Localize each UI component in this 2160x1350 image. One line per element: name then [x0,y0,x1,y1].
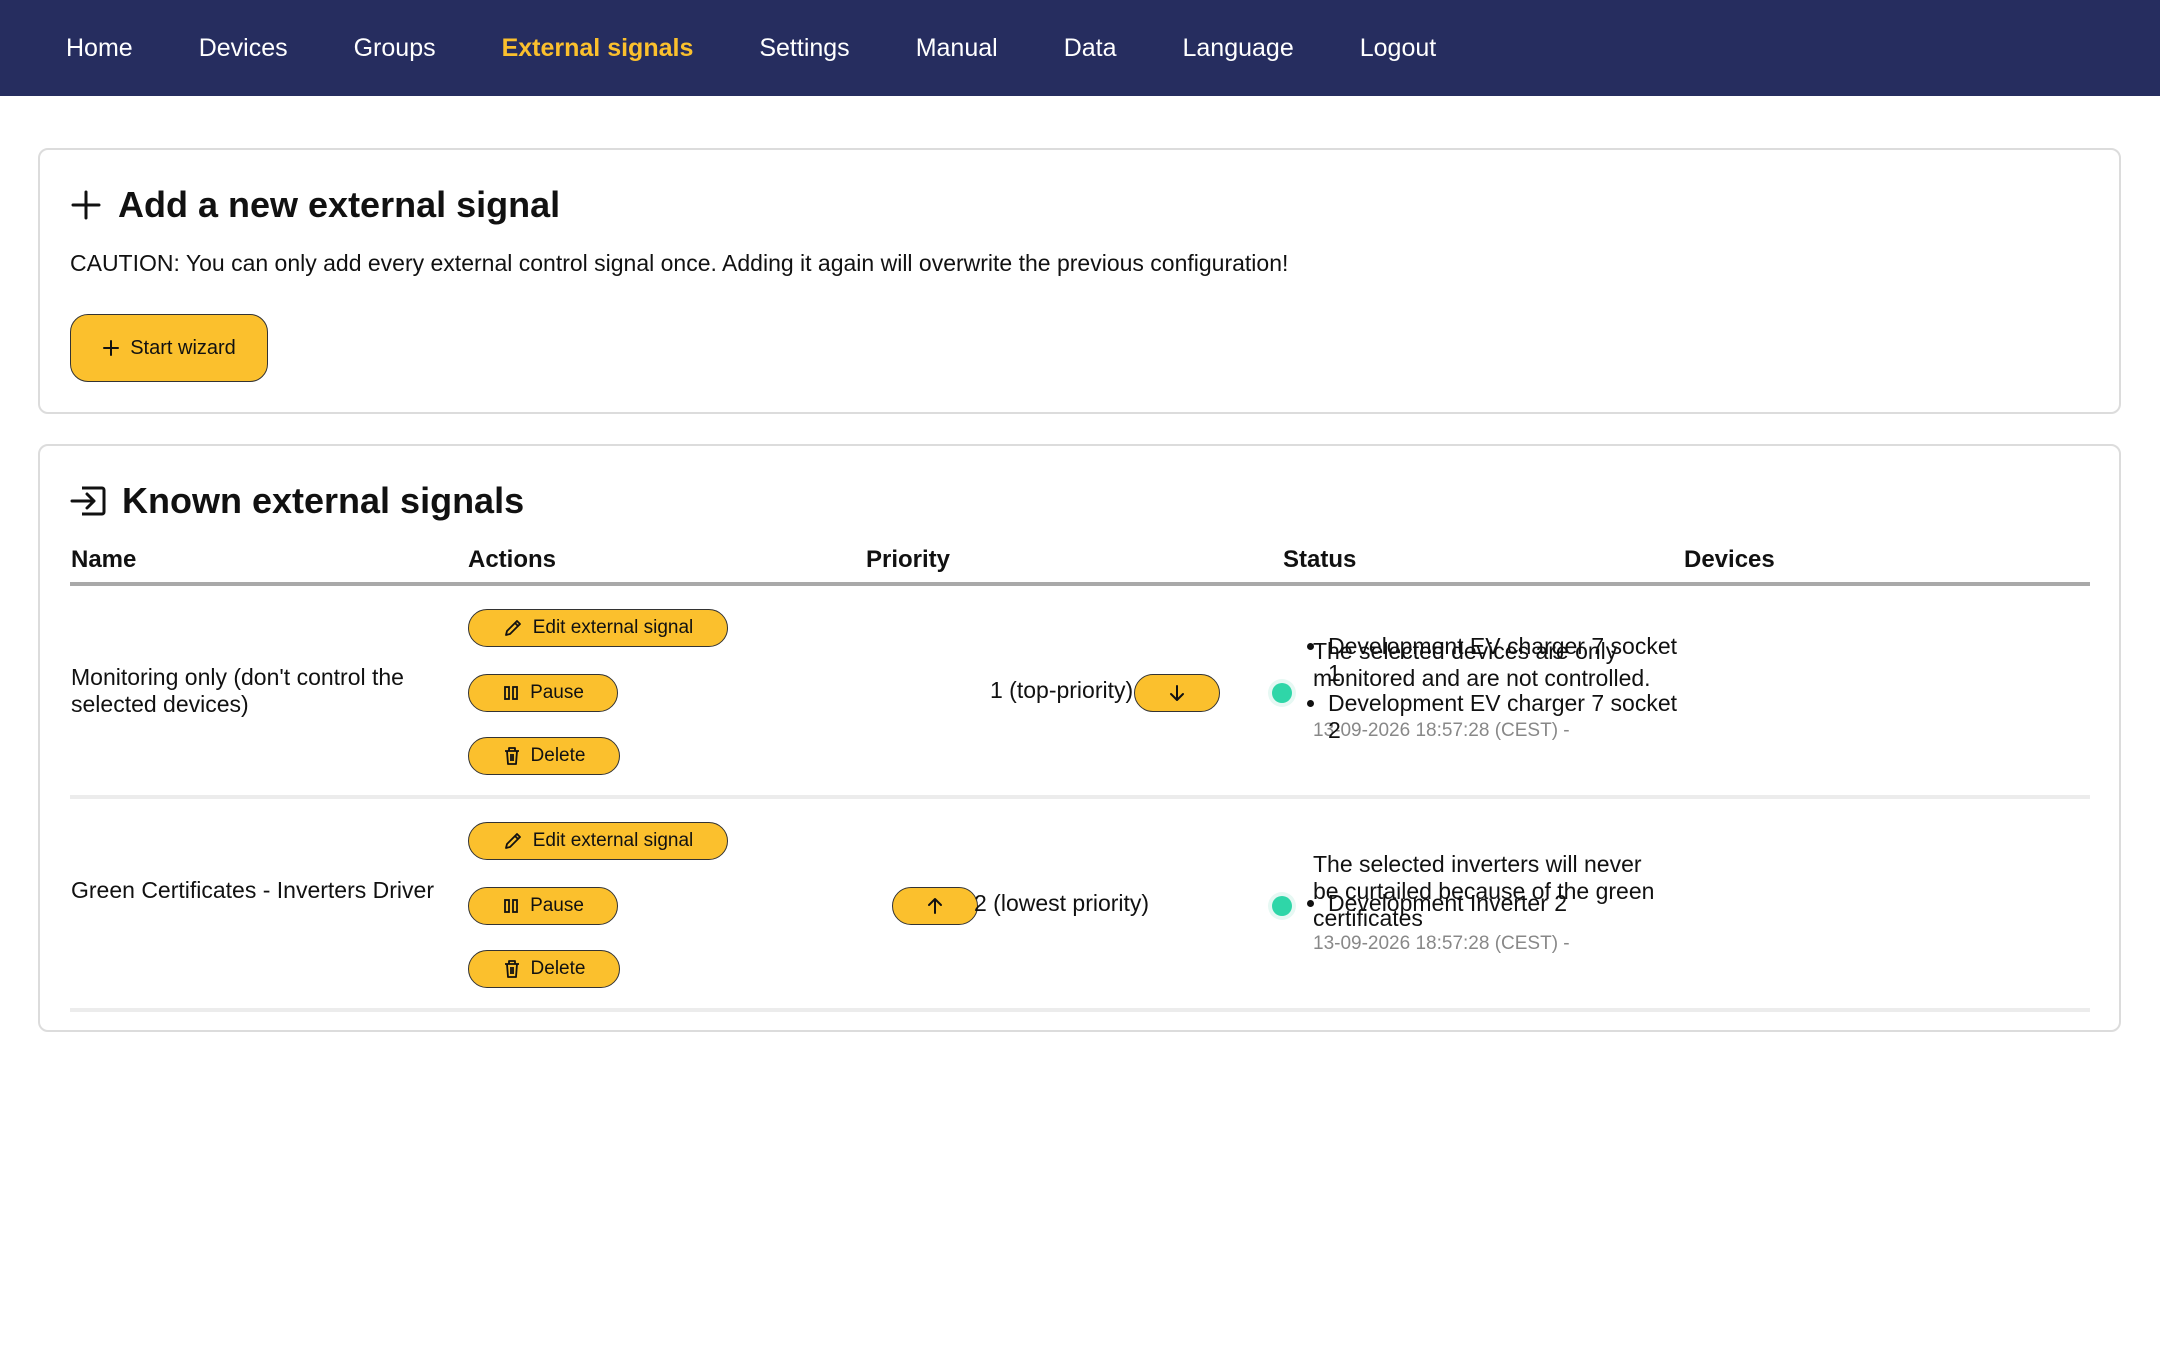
status-dot [1272,683,1292,703]
add-signal-heading: Add a new external signal [70,184,560,226]
list-item: Development EV charger 7 socket 2 [1328,690,1688,744]
edit-signal-label: Edit external signal [532,617,694,638]
status-indicator [1268,892,1296,920]
pause-signal-label: Pause [530,682,584,703]
nav-manual[interactable]: Manual [916,34,998,63]
nav-logout[interactable]: Logout [1360,34,1436,63]
plus-icon [71,190,101,220]
nav-groups[interactable]: Groups [354,34,436,63]
edit-signal-label: Edit external signal [532,830,694,851]
start-wizard-label: Start wizard [130,336,236,359]
column-header-devices: Devices [1684,546,1775,573]
pause-signal-label: Pause [530,895,584,916]
pencil-icon [504,620,521,636]
device-list: Development Inverter 2 [1298,890,1688,920]
add-signal-card: Add a new external signal CAUTION: You c… [38,148,2121,414]
delete-signal-label: Delete [530,958,586,979]
priority-value: 1 (top-priority) [990,677,1134,703]
status-indicator [1268,679,1296,707]
input-arrow-icon [70,486,106,516]
priority-down-button[interactable] [1134,674,1220,712]
known-signals-title: Known external signals [122,480,525,521]
arrow-down-icon [1170,685,1184,701]
known-signals-card: Known external signals Name Actions Prio… [38,444,2121,1032]
column-header-priority: Priority [866,546,951,573]
arrow-up-icon [928,898,942,914]
priority-up-button[interactable] [892,887,978,925]
list-item: Development Inverter 2 [1328,890,1688,917]
add-signal-title: Add a new external signal [118,184,561,225]
status-dot [1272,896,1292,916]
status-timestamp: 13-09-2026 18:57:28 (CEST) - [1313,933,1570,954]
pause-signal-button[interactable]: Pause [468,887,618,925]
nav-external-signals[interactable]: External signals [502,34,694,63]
nav-data[interactable]: Data [1064,34,1117,63]
column-header-status: Status [1283,546,1357,573]
column-header-name: Name [71,546,137,573]
trash-icon [504,747,519,765]
top-navbar: Home Devices Groups External signals Set… [0,0,2160,96]
delete-signal-label: Delete [530,745,586,766]
device-list: Development EV charger 7 socket 1 Develo… [1298,633,1688,747]
row-divider [70,1008,2090,1012]
delete-signal-button[interactable]: Delete [468,950,620,988]
column-header-actions: Actions [468,546,557,573]
nav-home[interactable]: Home [66,34,133,63]
nav-devices[interactable]: Devices [199,34,288,63]
pause-icon [504,899,518,913]
known-signals-heading: Known external signals [70,480,524,522]
caution-text: CAUTION: You can only add every external… [70,250,1289,276]
pause-signal-button[interactable]: Pause [468,674,618,712]
delete-signal-button[interactable]: Delete [468,737,620,775]
row-divider [70,795,2090,799]
list-item: Development EV charger 7 socket 1 [1328,633,1688,687]
start-wizard-button[interactable]: Start wizard [70,314,268,382]
signal-name: Green Certificates - Inverters Driver [71,877,434,903]
trash-icon [504,960,519,978]
edit-signal-button[interactable]: Edit external signal [468,609,728,647]
plus-icon [103,340,120,356]
pause-icon [504,686,518,700]
priority-value: 2 (lowest priority) [974,890,1150,916]
nav-language[interactable]: Language [1183,34,1294,63]
pencil-icon [504,833,521,849]
table-header-divider [70,582,2090,586]
nav-settings[interactable]: Settings [759,34,849,63]
edit-signal-button[interactable]: Edit external signal [468,822,728,860]
signal-name: Monitoring only (don't control the selec… [71,664,404,717]
